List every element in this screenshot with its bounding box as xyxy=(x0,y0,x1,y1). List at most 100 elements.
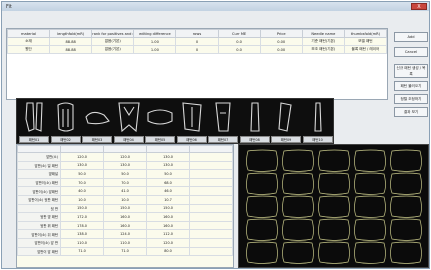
table-cell[interactable]: 앞판(소) xyxy=(17,152,61,162)
table-cell[interactable] xyxy=(189,169,233,179)
table-row[interactable]: 뒷 판 150.0 150.0 150.0 xyxy=(17,203,233,214)
pattern-piece-outline[interactable] xyxy=(318,195,350,218)
table-cell[interactable]: 138.0 xyxy=(60,229,104,239)
result-button[interactable]: 결과 보기 xyxy=(394,107,428,117)
table-cell[interactable]: 68.0 xyxy=(146,177,190,188)
pattern-piece-outline[interactable] xyxy=(390,149,422,172)
table-row[interactable]: 앞판이(소) 앞패턴 40.0 41.0 46.0 xyxy=(17,186,233,196)
table-cell[interactable]: 앞판이(소) 앞 판 xyxy=(17,237,61,248)
table-cell[interactable]: 120.0 xyxy=(103,152,147,162)
column-header[interactable]: rows xyxy=(175,29,219,38)
table-cell[interactable]: 블록 패턴 / 레이어 xyxy=(343,45,388,54)
table-row[interactable]: 앞판이(소) 뒷판 패턴 10.0 10.0 10.7 xyxy=(17,194,233,205)
column-header[interactable]: thumbsfold(mR) xyxy=(343,29,388,38)
pattern-thumbnail[interactable] xyxy=(303,99,333,135)
pattern-thumbnail[interactable] xyxy=(240,99,270,135)
load-pattern-button[interactable]: 패턴 불러오기 xyxy=(394,81,428,91)
table-cell[interactable]: 41.0 xyxy=(103,186,147,196)
table-cell[interactable]: 소재 xyxy=(6,37,51,46)
column-header[interactable] xyxy=(17,145,61,153)
table-cell[interactable]: 1.00 xyxy=(133,45,177,54)
table-cell[interactable]: 뒷판 위 패턴 xyxy=(17,220,61,231)
table-cell[interactable]: 앞판이 앞 패턴 xyxy=(17,246,61,257)
table-cell[interactable]: 0.00 xyxy=(259,45,303,54)
pattern-piece-outline[interactable] xyxy=(246,218,278,241)
pattern-thumbnail[interactable] xyxy=(82,99,112,135)
pattern-piece-outline[interactable] xyxy=(282,241,314,264)
table-cell[interactable]: 앞판이(소) 뒷판 패턴 xyxy=(17,194,61,205)
table-row[interactable]: 앞판(소) 일 패턴 130.0 130.0 130.0 xyxy=(17,160,233,171)
pattern-piece-outline[interactable] xyxy=(390,172,422,195)
table-row[interactable]: 앞판(소) 120.0 120.0 130.0 xyxy=(17,152,233,162)
pattern-piece-outline[interactable] xyxy=(318,172,350,195)
table-cell[interactable]: 보조 패턴(기본) xyxy=(301,45,345,54)
table-cell[interactable]: 앞판이(소) 패턴 xyxy=(17,177,61,188)
pattern-thumbnail[interactable] xyxy=(51,99,81,135)
pattern-piece-outline[interactable] xyxy=(246,172,278,195)
table-cell[interactable]: 160.0 xyxy=(103,212,147,222)
pattern-thumbnail[interactable] xyxy=(19,99,49,135)
table-cell[interactable]: 원단 xyxy=(6,45,51,54)
table-cell[interactable] xyxy=(189,203,233,214)
column-header[interactable]: Price xyxy=(259,29,303,38)
table-cell[interactable]: 0 xyxy=(175,37,219,46)
table-cell[interactable]: 뒷판 옆 패턴 xyxy=(17,212,61,222)
table-cell[interactable]: 124.0 xyxy=(103,229,147,239)
column-header[interactable]: Curr ME xyxy=(217,29,261,38)
new-pattern-button[interactable]: 신규 패턴 생성 / 목록 xyxy=(394,64,428,78)
table-cell[interactable]: 160.0 xyxy=(146,212,190,222)
table-row[interactable]: 앞판이(소) 패턴 70.0 70.0 68.0 xyxy=(17,177,233,188)
table-cell[interactable]: 178.0 xyxy=(60,220,104,231)
table-cell[interactable] xyxy=(189,194,233,205)
table-cell[interactable]: 뒷 판 xyxy=(17,203,61,214)
table-cell[interactable]: 40.0 xyxy=(60,186,104,196)
close-button[interactable]: X xyxy=(411,3,427,10)
pattern-piece-outline[interactable] xyxy=(246,241,278,264)
table-row[interactable]: 앞판이(소) 뒤 패턴 138.0 124.0 112.0 xyxy=(17,229,233,239)
pattern-piece-outline[interactable] xyxy=(282,172,314,195)
table-cell[interactable]: 앞판(소) 일 패턴 xyxy=(17,160,61,171)
table-cell[interactable]: 50.0 xyxy=(146,169,190,179)
column-header[interactable] xyxy=(189,145,233,153)
table-cell[interactable]: 50.0 xyxy=(60,169,104,179)
pattern-piece-outline[interactable] xyxy=(318,218,350,241)
table-cell[interactable]: 없음(기본) xyxy=(91,45,135,54)
pattern-piece-outline[interactable] xyxy=(390,241,422,264)
table-cell[interactable] xyxy=(189,152,233,162)
table-cell[interactable]: 모델 패턴 xyxy=(343,37,388,46)
table-row[interactable]: 옆패널 50.0 50.0 50.0 xyxy=(17,169,233,179)
column-header[interactable] xyxy=(60,145,104,153)
column-header[interactable]: Needle name xyxy=(301,29,345,38)
table-cell[interactable]: 71.0 xyxy=(60,246,104,257)
table-cell[interactable] xyxy=(189,246,233,257)
table-cell[interactable]: 130.0 xyxy=(103,160,147,171)
table-cell[interactable] xyxy=(189,160,233,171)
pattern-piece-outline[interactable] xyxy=(354,195,386,218)
table-cell[interactable]: 110.0 xyxy=(60,237,104,248)
table-cell[interactable]: 150.0 xyxy=(103,203,147,214)
table-cell[interactable] xyxy=(189,186,233,196)
column-header[interactable] xyxy=(103,145,147,153)
table-cell[interactable]: 50.0 xyxy=(103,169,147,179)
pattern-piece-outline[interactable] xyxy=(354,241,386,264)
table-cell[interactable]: 150.0 xyxy=(60,203,104,214)
table-cell[interactable]: 옆패널 xyxy=(17,169,61,179)
pattern-piece-outline[interactable] xyxy=(318,149,350,172)
table-cell[interactable]: 70.0 xyxy=(103,177,147,188)
column-header[interactable]: editing difference xyxy=(133,29,177,38)
table-cell[interactable]: 110.0 xyxy=(103,237,147,248)
table-cell[interactable]: 80.0 xyxy=(146,246,190,257)
pattern-layout-canvas[interactable] xyxy=(238,144,429,268)
table-cell[interactable]: 없음(기본) xyxy=(91,37,135,46)
table-cell[interactable]: 1.00 xyxy=(133,37,177,46)
pattern-piece-outline[interactable] xyxy=(390,195,422,218)
pattern-thumbnail[interactable] xyxy=(114,99,144,135)
pattern-piece-outline[interactable] xyxy=(246,149,278,172)
pattern-thumbnail[interactable] xyxy=(271,99,301,135)
table-cell[interactable]: 160.0 xyxy=(146,220,190,231)
align-button[interactable]: 정렬 조정하기 xyxy=(394,94,428,104)
add-button[interactable]: Add xyxy=(394,32,428,42)
table-cell[interactable]: 172.0 xyxy=(60,212,104,222)
table-row[interactable]: 앞판이(소) 앞 판 110.0 110.0 120.0 xyxy=(17,237,233,248)
table-cell[interactable] xyxy=(189,212,233,222)
